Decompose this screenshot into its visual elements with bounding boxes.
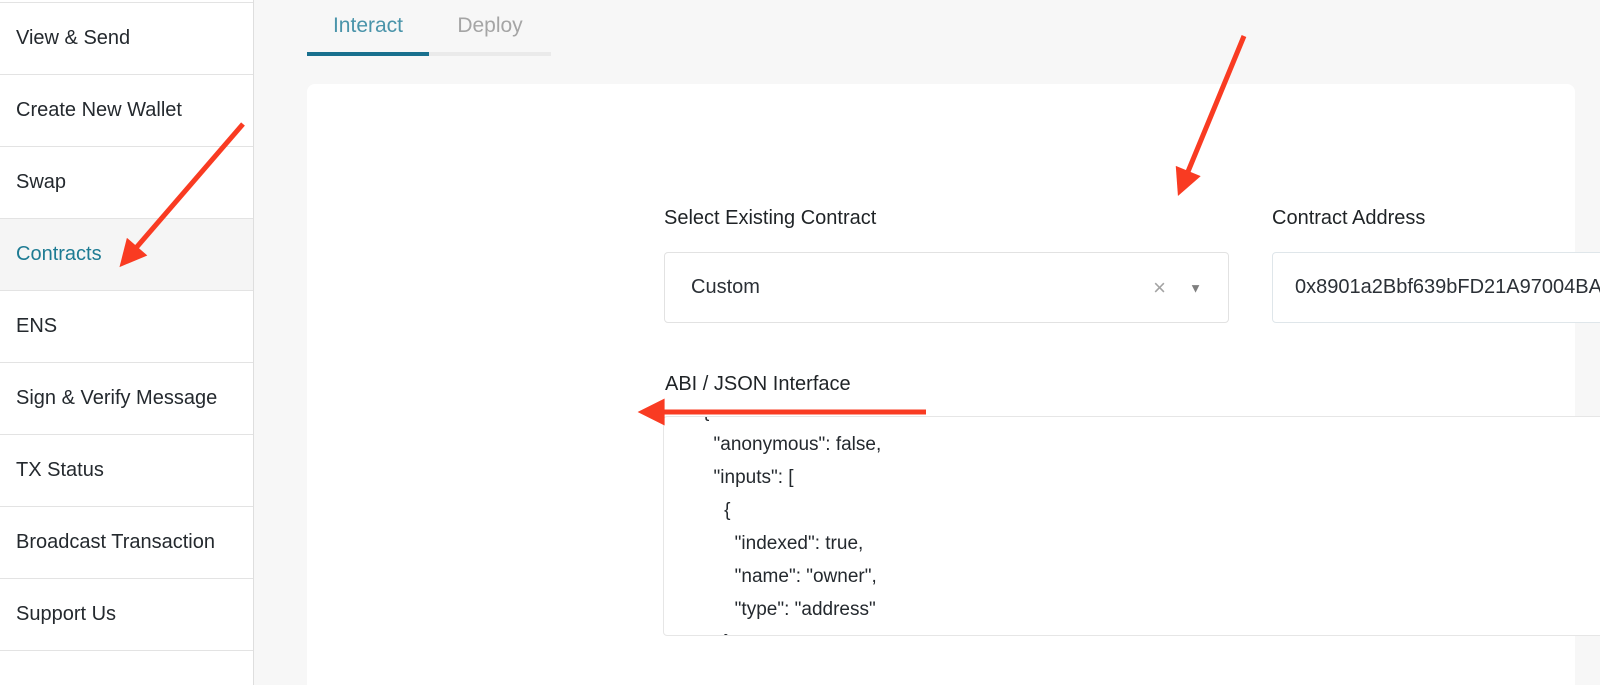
contracts-page: View & Send Create New Wallet Swap Contr… (0, 0, 1600, 685)
contract-tabs: Interact Deploy (307, 0, 551, 60)
sidebar-item-view-send[interactable]: View & Send (0, 3, 253, 75)
sidebar-item-tx-status[interactable]: TX Status (0, 435, 253, 507)
sidebar-item-label: Sign & Verify Message (16, 387, 217, 410)
tab-interact[interactable]: Interact (307, 0, 429, 56)
sidebar-item-swap[interactable]: Swap (0, 147, 253, 219)
sidebar-item-sign-verify-message[interactable]: Sign & Verify Message (0, 363, 253, 435)
chevron-down-icon[interactable]: ▼ (1189, 281, 1202, 294)
sidebar-item-label: TX Status (16, 459, 104, 482)
sidebar-item-label: Create New Wallet (16, 99, 182, 122)
sidebar-item-label: ENS (16, 315, 57, 338)
clear-icon[interactable]: × (1153, 277, 1166, 299)
contract-address-label: Contract Address (1272, 207, 1425, 230)
abi-json-interface-label: ABI / JSON Interface (665, 373, 851, 396)
abi-json-content: { "anonymous": false, "inputs": [ { "ind… (664, 416, 1600, 636)
sidebar-item-label: Broadcast Transaction (16, 531, 215, 554)
sidebar-item-broadcast-transaction[interactable]: Broadcast Transaction (0, 507, 253, 579)
sidebar-item-label: Support Us (16, 603, 116, 626)
tab-label: Interact (333, 14, 403, 38)
selected-contract-value: Custom (691, 276, 760, 299)
sidebar-item-create-new-wallet[interactable]: Create New Wallet (0, 75, 253, 147)
contract-address-input[interactable] (1272, 252, 1600, 323)
interact-card: Select Existing Contract Custom × ▼ Cont… (307, 84, 1575, 685)
select-existing-contract-label: Select Existing Contract (664, 207, 876, 230)
sidebar-item-label: View & Send (16, 27, 130, 50)
sidebar-item-ens[interactable]: ENS (0, 291, 253, 363)
existing-contract-select[interactable]: Custom × ▼ (664, 252, 1229, 323)
sidebar-item-label: Contracts (16, 243, 102, 266)
sidebar-item-support-us[interactable]: Support Us (0, 579, 253, 651)
tab-deploy[interactable]: Deploy (429, 0, 551, 56)
sidebar: View & Send Create New Wallet Swap Contr… (0, 0, 254, 685)
sidebar-item-contracts[interactable]: Contracts (0, 219, 253, 291)
tab-label: Deploy (457, 14, 522, 38)
sidebar-item-label: Swap (16, 171, 66, 194)
abi-json-textarea[interactable]: { "anonymous": false, "inputs": [ { "ind… (663, 416, 1600, 636)
